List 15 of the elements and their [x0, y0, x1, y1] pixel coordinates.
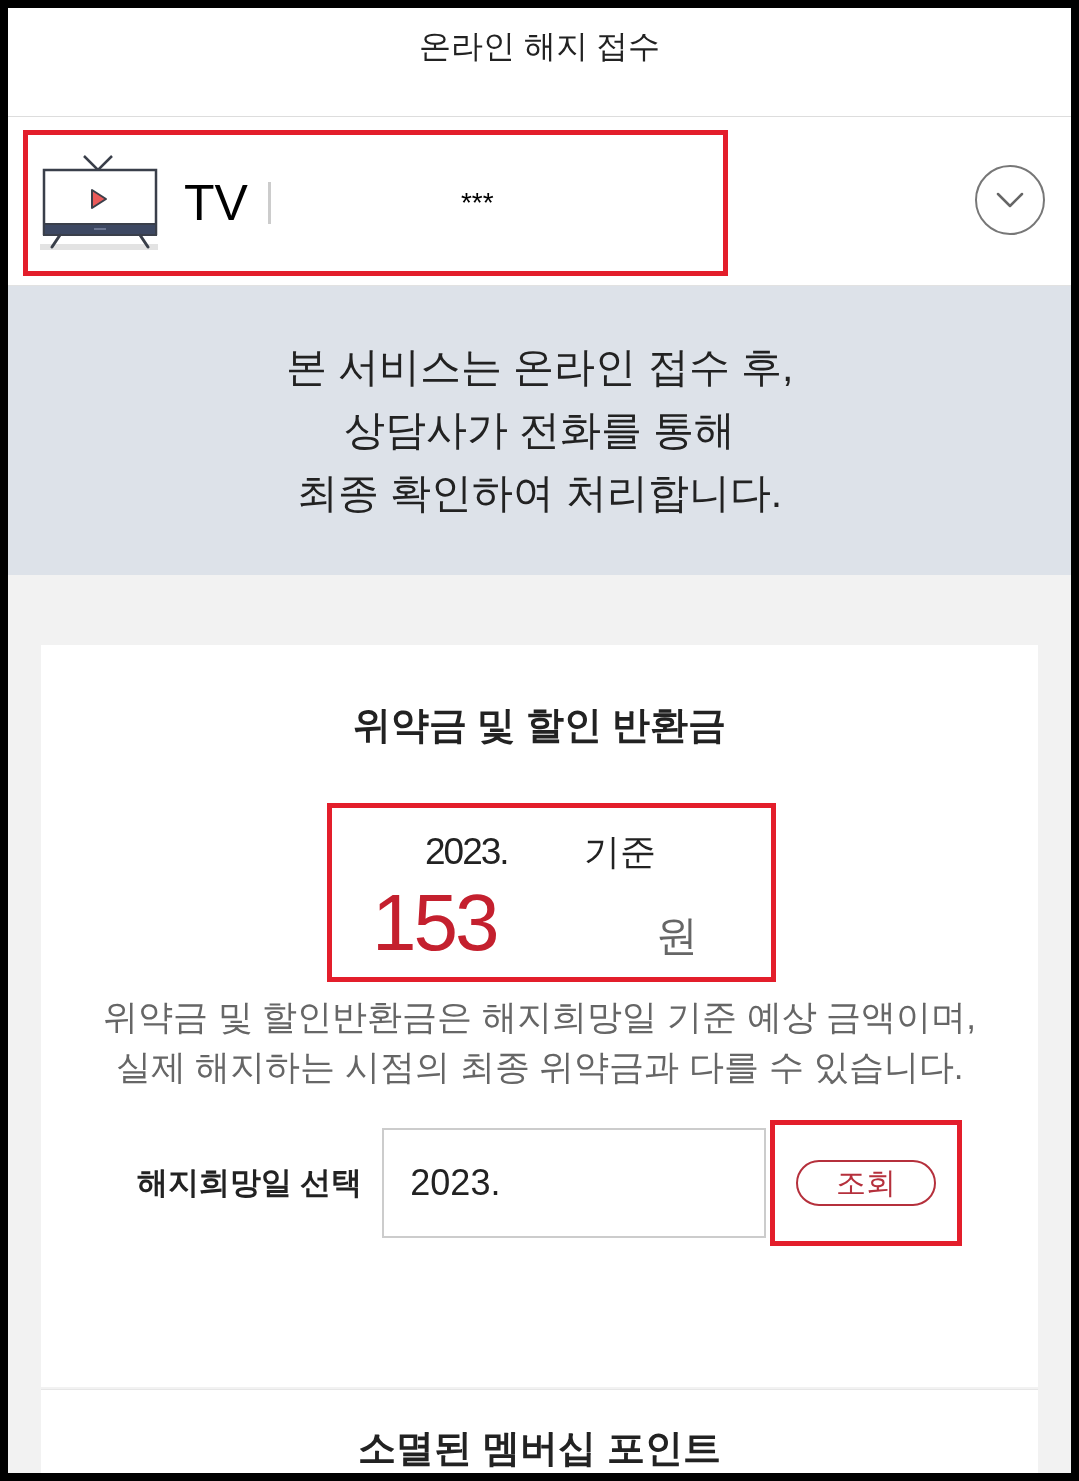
field-label: 해지희망일 선택	[136, 1164, 363, 1202]
card-title: 위약금 및 할인 반환금	[352, 703, 727, 748]
currency-unit: 원	[656, 912, 699, 960]
notice-text: 본 서비스는 온라인 접수 후, 상담사가 전화를 통해 최종 확인하여 처리합니다.	[285, 343, 794, 518]
date-field[interactable]: 2023.	[382, 1128, 767, 1238]
section-title: 소멸된 멤버십 포인트	[357, 1426, 722, 1470]
masked-account: ***	[460, 189, 494, 217]
penalty-note: 위약금 및 할인반환금은 해지희망일 기준 예상 금액이며, 실제 해지하는 시점의 최종 위약금과 다를 수 있습니다.	[101, 996, 978, 1088]
lookup-button[interactable]: 조회	[796, 1160, 937, 1206]
page-title: 온라인 해지 접수	[418, 27, 661, 66]
service-name: TV	[184, 178, 248, 228]
base-date-suffix: 기준	[583, 830, 656, 874]
penalty-amount: 153	[372, 880, 497, 966]
base-date: 2023.	[425, 830, 508, 874]
tv-icon	[38, 154, 160, 252]
